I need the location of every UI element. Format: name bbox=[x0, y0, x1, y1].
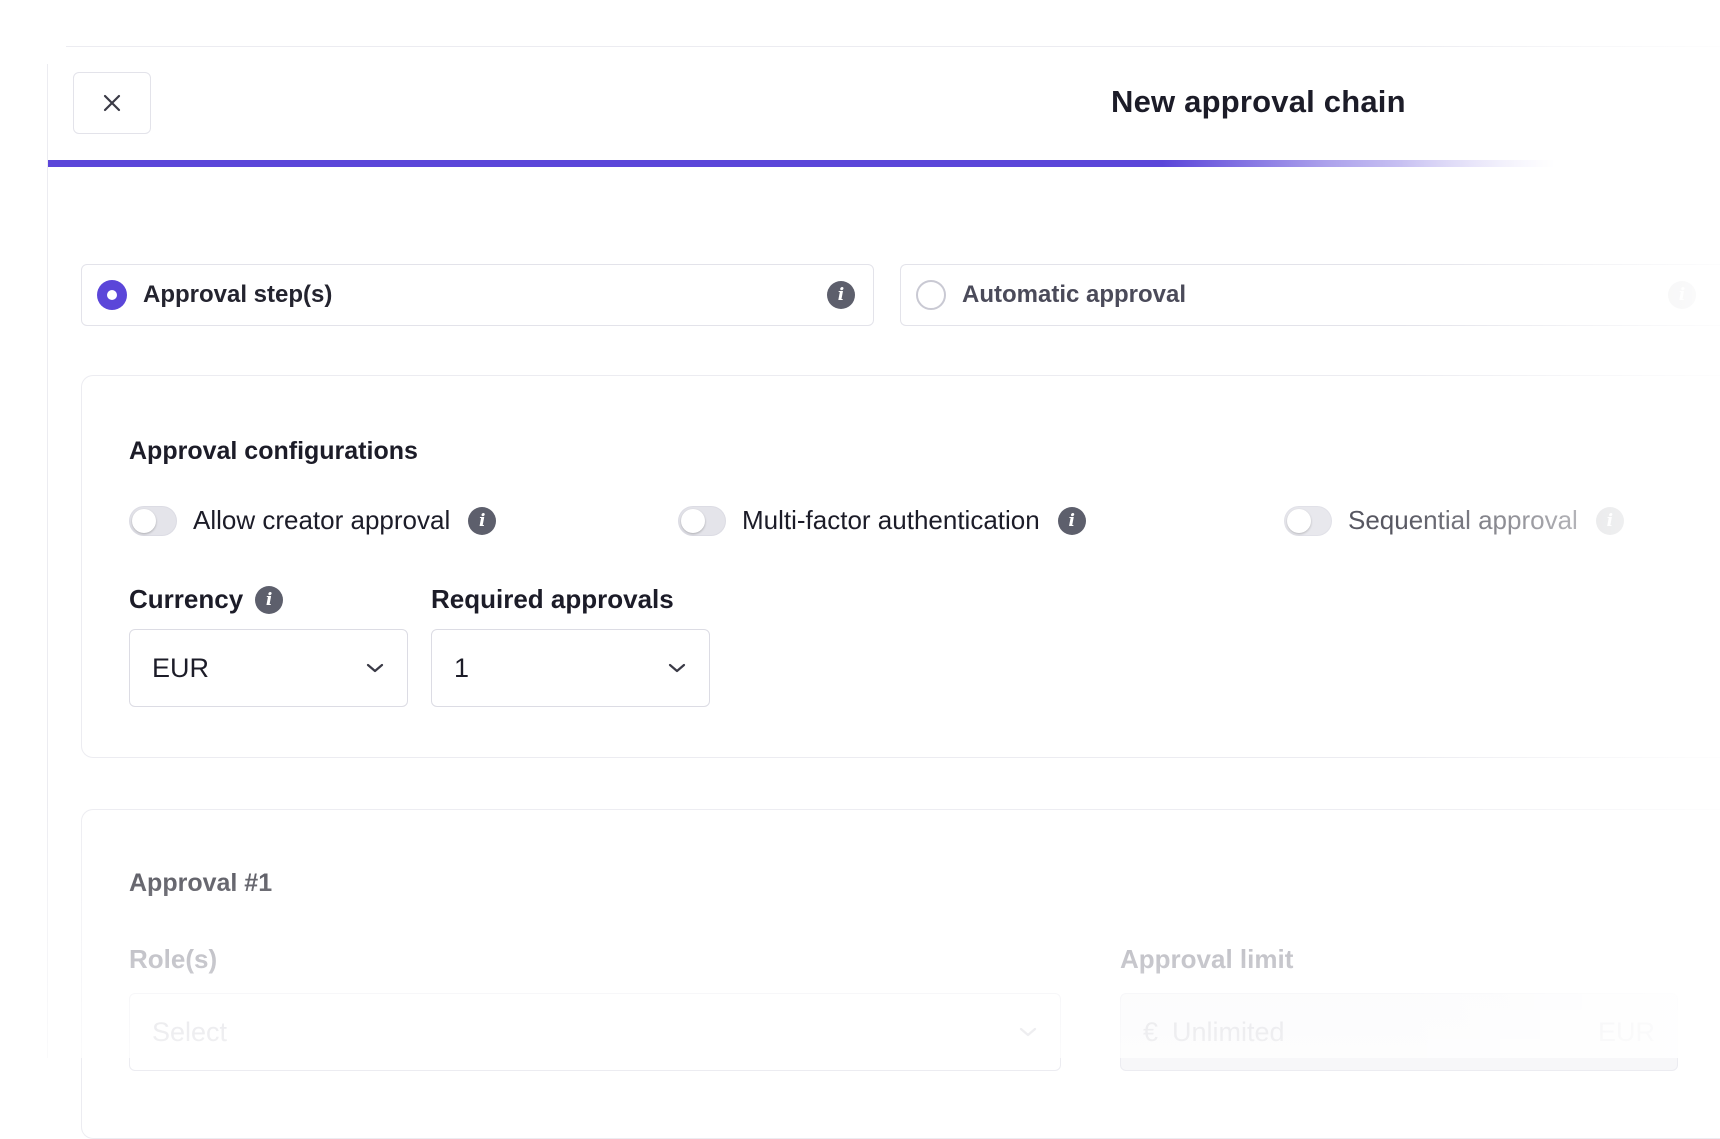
roles-select[interactable]: Select bbox=[129, 993, 1061, 1071]
toggle-label: Sequential approval bbox=[1348, 505, 1578, 535]
radio-approval-steps[interactable] bbox=[97, 280, 127, 310]
info-icon[interactable]: i bbox=[1668, 281, 1696, 309]
approval-limit-unit: EUR bbox=[1597, 1016, 1655, 1047]
required-approvals-select[interactable]: 1 bbox=[431, 629, 710, 707]
mode-option-label: Automatic approval bbox=[962, 281, 1187, 308]
toggle-multi-factor-authentication: Multi-factor authentication i bbox=[678, 505, 1086, 536]
info-icon[interactable]: i bbox=[468, 506, 497, 535]
info-icon[interactable]: i bbox=[827, 281, 855, 309]
progress-bar-fill bbox=[48, 160, 1554, 167]
currency-select[interactable]: EUR bbox=[129, 629, 408, 707]
radio-automatic-approval[interactable] bbox=[916, 280, 946, 310]
panel-title: New approval chain bbox=[1111, 84, 1406, 119]
top-divider bbox=[66, 46, 1720, 47]
toggle-label: Allow creator approval bbox=[193, 505, 451, 535]
toggle-sequential-approval: Sequential approval i bbox=[1284, 505, 1624, 536]
sequential-approval-switch[interactable] bbox=[1284, 505, 1332, 536]
chevron-down-icon bbox=[1019, 1027, 1037, 1037]
currency-label-text: Currency bbox=[129, 584, 244, 614]
mode-option-approval-steps[interactable]: Approval step(s) i bbox=[81, 264, 874, 326]
approval-limit-input[interactable]: € Unlimited EUR bbox=[1120, 993, 1678, 1071]
mode-option-label: Approval step(s) bbox=[143, 281, 333, 308]
approval-1-section: Approval #1 Role(s) Approval limit Selec… bbox=[81, 809, 1720, 1139]
progress-bar bbox=[48, 160, 1720, 167]
close-icon bbox=[103, 94, 121, 112]
toggle-allow-creator-approval: Allow creator approval i bbox=[129, 505, 497, 536]
multi-factor-authentication-switch[interactable] bbox=[678, 505, 726, 536]
info-icon[interactable]: i bbox=[255, 585, 284, 614]
mode-option-automatic-approval[interactable]: Automatic approval i bbox=[900, 264, 1720, 326]
approval-configurations-section: Approval configurations Allow creator ap… bbox=[81, 375, 1720, 758]
info-icon[interactable]: i bbox=[1595, 506, 1624, 535]
section-title: Approval configurations bbox=[129, 437, 418, 465]
chevron-down-icon bbox=[668, 663, 686, 673]
approval-limit-placeholder: Unlimited bbox=[1172, 1016, 1285, 1047]
side-panel: New approval chain Approval step(s) i Au… bbox=[47, 64, 1720, 1139]
roles-label: Role(s) bbox=[129, 944, 218, 974]
info-icon[interactable]: i bbox=[1057, 506, 1086, 535]
required-approvals-label: Required approvals bbox=[431, 584, 674, 615]
roles-placeholder: Select bbox=[152, 1016, 228, 1047]
required-approvals-label-text: Required approvals bbox=[431, 584, 674, 614]
currency-value: EUR bbox=[152, 652, 210, 683]
approval-limit-label: Approval limit bbox=[1120, 944, 1294, 974]
currency-symbol: € bbox=[1143, 1016, 1159, 1047]
allow-creator-approval-switch[interactable] bbox=[129, 505, 177, 536]
currency-label: Currency i bbox=[129, 584, 284, 615]
chevron-down-icon bbox=[366, 663, 384, 673]
toggle-label: Multi-factor authentication bbox=[742, 505, 1040, 535]
required-approvals-value: 1 bbox=[454, 652, 470, 683]
close-button[interactable] bbox=[73, 72, 151, 134]
section-title: Approval #1 bbox=[129, 869, 273, 897]
